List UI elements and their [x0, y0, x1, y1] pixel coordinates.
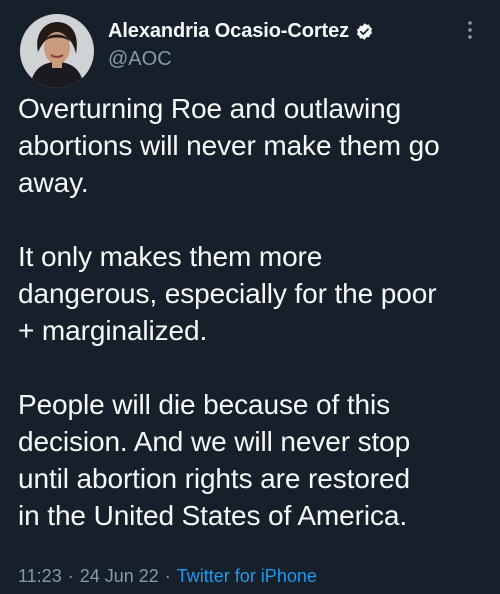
tweet-date[interactable]: 24 Jun 22: [80, 566, 159, 586]
author-info: Alexandria Ocasio-Cortez @AOC: [108, 18, 438, 71]
avatar[interactable]: [20, 14, 94, 88]
tweet-time[interactable]: 11:23: [18, 566, 62, 586]
display-name[interactable]: Alexandria Ocasio-Cortez: [108, 20, 349, 43]
tweet-metadata: 11:23 · 24 Jun 22 · Twitter for iPhone: [18, 566, 317, 587]
name-row: Alexandria Ocasio-Cortez: [108, 18, 438, 44]
avatar-image: [20, 14, 94, 88]
handle[interactable]: @AOC: [108, 48, 438, 71]
tweet-paragraph: It only makes them more dangerous, espec…: [18, 241, 437, 346]
verified-badge-icon: [355, 22, 374, 41]
tweet-paragraph: People will die because of this decision…: [18, 389, 411, 531]
meta-separator: ·: [67, 566, 74, 586]
tweet-text: Overturning Roe and outlawing abortions …: [18, 90, 488, 534]
more-options-button[interactable]: [458, 18, 482, 46]
meta-separator: ·: [164, 566, 171, 586]
more-vertical-icon: [467, 20, 473, 45]
tweet-source-link[interactable]: Twitter for iPhone: [177, 566, 317, 586]
tweet-card: Alexandria Ocasio-Cortez @AOC Overturnin…: [0, 0, 500, 594]
tweet-paragraph: Overturning Roe and outlawing abortions …: [18, 93, 440, 198]
